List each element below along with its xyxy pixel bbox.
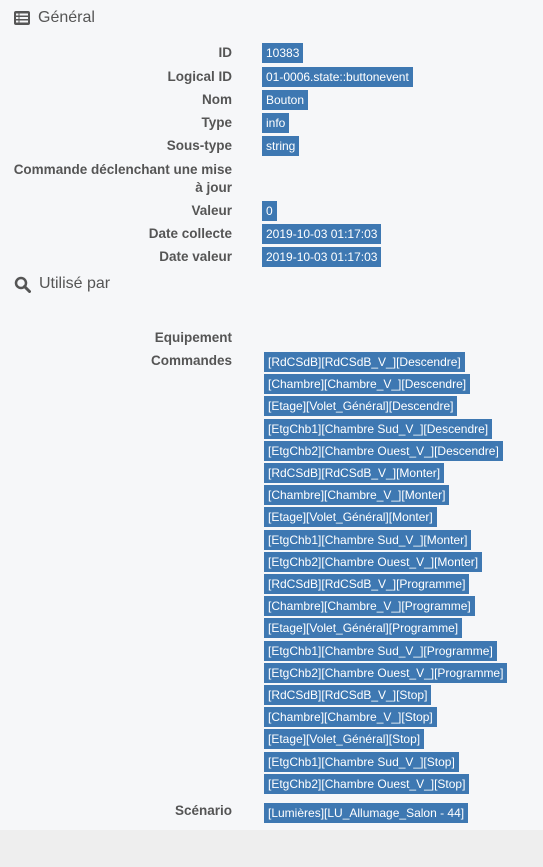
label-equipement: Equipement — [154, 330, 232, 345]
section-general-label: Général — [38, 9, 95, 26]
command-link[interactable]: [Etage][Volet_Général][Monter] — [264, 507, 437, 527]
section-used-by-title: Utilisé par — [14, 275, 110, 293]
command-link[interactable]: [Chambre][Chambre_V_][Programme] — [264, 596, 475, 616]
command-link[interactable]: [EtgChb1][Chambre Sud_V_][Programme] — [264, 641, 497, 661]
value-valeur: 0 — [262, 201, 277, 221]
section-general-title: Général — [14, 9, 95, 27]
command-link[interactable]: [RdCSdB][RdCSdB_V_][Descendre] — [264, 352, 465, 372]
label-date-valeur: Date valeur — [159, 249, 232, 264]
command-link[interactable]: [EtgChb2][Chambre Ouest_V_][Stop] — [264, 774, 470, 794]
label-nom: Nom — [202, 92, 232, 107]
command-link[interactable]: [Etage][Volet_Général][Programme] — [264, 618, 463, 638]
label-valeur: Valeur — [191, 203, 232, 218]
command-link[interactable]: [Chambre][Chambre_V_][Stop] — [264, 707, 437, 727]
command-link[interactable]: [Etage][Volet_Général][Descendre] — [264, 396, 458, 416]
label-date-collecte: Date collecte — [148, 226, 232, 241]
scenario-link[interactable]: [Lumières][LU_Allumage_Salon - 44] — [264, 803, 469, 823]
label-scenario: Scénario — [174, 803, 232, 818]
command-link[interactable]: [EtgChb2][Chambre Ouest_V_][Descendre] — [264, 441, 503, 461]
command-link[interactable]: [EtgChb1][Chambre Sud_V_][Descendre] — [264, 419, 493, 439]
value-date-collecte: 2019-10-03 01:17:03 — [262, 224, 382, 244]
list-icon — [14, 11, 30, 25]
label-commande-maj: Commande déclenchant une mise à jour — [13, 162, 232, 195]
label-logical-id: Logical ID — [167, 69, 232, 84]
command-link[interactable]: [RdCSdB][RdCSdB_V_][Stop] — [264, 685, 432, 705]
value-logical-id: 01-0006.state::buttonevent — [262, 67, 413, 87]
search-icon — [14, 276, 31, 293]
command-link[interactable]: [Etage][Volet_Général][Stop] — [264, 729, 425, 749]
value-sous-type: string — [262, 136, 300, 156]
command-link[interactable]: [EtgChb2][Chambre Ouest_V_][Programme] — [264, 663, 508, 683]
value-type: info — [262, 113, 290, 133]
label-type: Type — [201, 115, 232, 130]
command-link[interactable]: [RdCSdB][RdCSdB_V_][Monter] — [264, 463, 445, 483]
command-link[interactable]: [EtgChb1][Chambre Sud_V_][Monter] — [264, 530, 472, 550]
section-used-by-label: Utilisé par — [39, 275, 111, 292]
command-link[interactable]: [EtgChb2][Chambre Ouest_V_][Monter] — [264, 552, 483, 572]
value-date-valeur: 2019-10-03 01:17:03 — [262, 247, 382, 267]
value-id: 10383 — [262, 43, 304, 63]
command-link[interactable]: [EtgChb1][Chambre Sud_V_][Stop] — [264, 752, 459, 772]
label-commandes: Commandes — [150, 353, 232, 368]
command-link[interactable]: [RdCSdB][RdCSdB_V_][Programme] — [264, 574, 470, 594]
command-link[interactable]: [Chambre][Chambre_V_][Descendre] — [264, 374, 471, 394]
command-link[interactable]: [Chambre][Chambre_V_][Monter] — [264, 485, 450, 505]
label-id: ID — [218, 45, 233, 60]
label-sous-type: Sous-type — [166, 138, 232, 153]
command-info-panel: Général ID 10383 Logical ID 01-0006.stat… — [0, 0, 543, 830]
value-nom: Bouton — [262, 90, 309, 110]
